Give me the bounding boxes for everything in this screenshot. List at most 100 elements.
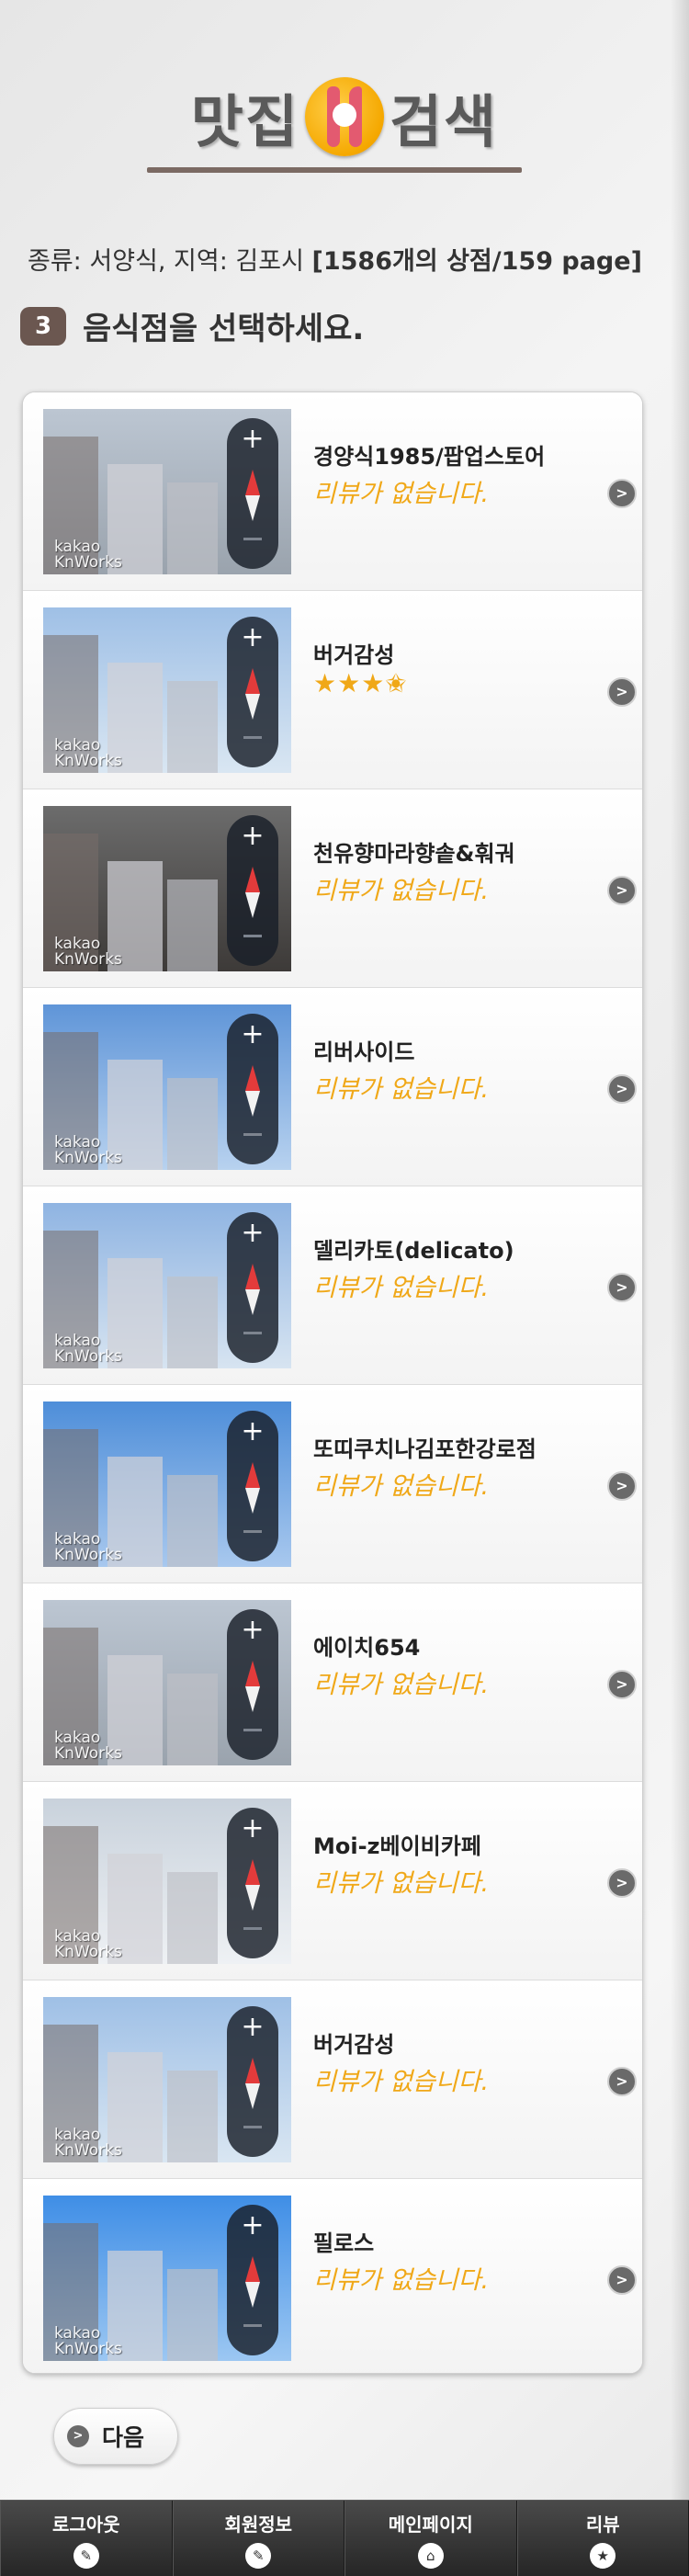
compass-icon[interactable] (242, 1264, 264, 1315)
chevron-right-circle-icon[interactable]: > (607, 876, 637, 905)
zoom-out-button[interactable] (243, 538, 262, 540)
tab-label: 로그아웃 (51, 2514, 120, 2536)
map-zoom-control: + (227, 2205, 278, 2355)
restaurant-name: 천유향마라향솥&훠궈 (313, 841, 515, 867)
compass-icon[interactable] (242, 668, 264, 720)
chevron-right-circle-icon[interactable]: > (607, 2067, 637, 2096)
zoom-out-button[interactable] (243, 935, 262, 937)
map-watermark: kakao KnWorks (54, 1929, 122, 1960)
zoom-out-button[interactable] (243, 1927, 262, 1930)
street-view-thumbnail[interactable]: kakao KnWorks + (43, 1401, 291, 1567)
zoom-out-button[interactable] (243, 2324, 262, 2327)
chevron-right-circle-icon[interactable]: > (607, 1670, 637, 1699)
street-view-thumbnail[interactable]: kakao KnWorks + (43, 1997, 291, 2162)
restaurant-item[interactable]: kakao KnWorks + 버거감성 리뷰가 없습니다. > (23, 1980, 642, 2179)
review-status: 리뷰가 없습니다. (313, 2068, 490, 2096)
compass-icon[interactable] (242, 1462, 264, 1514)
step-text: 음식점을 선택하세요. (83, 311, 365, 347)
restaurant-item[interactable]: kakao KnWorks + 리버사이드리뷰가 없습니다. > (23, 988, 642, 1186)
compass-icon[interactable] (242, 2256, 264, 2308)
search-info-filters: 종류: 서양식, 지역: 김포시 (28, 247, 312, 276)
zoom-in-button[interactable]: + (227, 1418, 278, 1446)
restaurant-item[interactable]: kakao KnWorks + 델리카토(delicato) 리뷰가 없습니다. > (23, 1186, 642, 1385)
zoom-out-button[interactable] (243, 1133, 262, 1136)
tab-main-page[interactable]: 메인페이지 ⌂ (344, 2501, 517, 2576)
title-right: 검색 (390, 88, 499, 155)
restaurant-item[interactable]: kakao KnWorks + Moi-z베이비카페 리뷰가 없습니다. > (23, 1782, 642, 1980)
zoom-in-button[interactable]: + (227, 1021, 278, 1049)
chevron-right-circle-icon: > (67, 2425, 89, 2447)
review-status: 리뷰가 없습니다. (313, 1671, 490, 1699)
watermark-line2: KnWorks (54, 752, 122, 770)
restaurant-name: 리버사이드 (313, 1039, 415, 1065)
chevron-right-circle-icon[interactable]: > (607, 2265, 637, 2295)
restaurant-item[interactable]: kakao KnWorks + 버거감성 ★★★✬ > (23, 591, 642, 789)
zoom-out-button[interactable] (243, 736, 262, 739)
restaurant-name: 버거감성 (313, 642, 395, 668)
restaurant-item[interactable]: kakao KnWorks + 경양식1985/팝업스토어 리뷰가 없습니다. > (23, 392, 642, 591)
rating-stars: ★★★✬ (313, 668, 408, 698)
chevron-right-circle-icon[interactable]: > (607, 1074, 637, 1104)
chevron-right-circle-icon[interactable]: > (607, 1471, 637, 1501)
zoom-in-button[interactable]: + (227, 624, 278, 652)
search-info: 종류: 서양식, 지역: 김포시 [1586개의 상점/159 page] (28, 241, 671, 277)
chevron-right-circle-icon[interactable]: > (607, 1273, 637, 1302)
watermark-line2: KnWorks (54, 1546, 122, 1564)
review-status: 리뷰가 없습니다. (313, 1472, 490, 1501)
compass-icon[interactable] (242, 867, 264, 918)
compass-icon[interactable] (242, 1661, 264, 1712)
map-zoom-control: + (227, 1808, 278, 1958)
chevron-right-circle-icon[interactable]: > (607, 677, 637, 707)
zoom-out-button[interactable] (243, 1332, 262, 1334)
zoom-in-button[interactable]: + (227, 2212, 278, 2240)
review-status: 리뷰가 없습니다. (313, 1075, 490, 1104)
compass-icon[interactable] (242, 2058, 264, 2109)
zoom-out-button[interactable] (243, 2126, 262, 2128)
map-zoom-control: + (227, 1212, 278, 1363)
restaurant-item[interactable]: kakao KnWorks + 천유향마라향솥&훠궈리뷰가 없습니다. > (23, 789, 642, 988)
search-info-count: [1586개의 상점/159 page] (311, 247, 642, 276)
zoom-in-button[interactable]: + (227, 426, 278, 453)
street-view-thumbnail[interactable]: kakao KnWorks + (43, 2196, 291, 2361)
watermark-line2: KnWorks (54, 1149, 122, 1167)
restaurant-item[interactable]: kakao KnWorks + 또띠쿠치나김포한강로점 리뷰가 없습니다. > (23, 1385, 642, 1583)
restaurant-name: 경양식1985/팝업스토어 (313, 444, 546, 470)
zoom-in-button[interactable]: + (227, 1815, 278, 1843)
compass-icon[interactable] (242, 1859, 264, 1911)
tab-logout[interactable]: 로그아웃 ✎ (0, 2501, 173, 2576)
street-view-thumbnail[interactable]: kakao KnWorks + (43, 607, 291, 773)
map-zoom-control: + (227, 815, 278, 966)
zoom-in-button[interactable]: + (227, 2014, 278, 2041)
review-status: 리뷰가 없습니다. (313, 1274, 490, 1302)
tab-member-info[interactable]: 회원정보 ✎ (172, 2501, 344, 2576)
tab-label: 리뷰 (585, 2514, 620, 2536)
map-zoom-control: + (227, 1014, 278, 1164)
watermark-line2: KnWorks (54, 2340, 122, 2358)
compass-icon[interactable] (242, 470, 264, 521)
chevron-right-circle-icon[interactable]: > (607, 1868, 637, 1898)
tab-review[interactable]: 리뷰 ★ (516, 2501, 689, 2576)
home-icon: ⌂ (417, 2543, 444, 2569)
restaurant-item[interactable]: kakao KnWorks + 필로스 리뷰가 없습니다. > (23, 2179, 642, 2373)
zoom-out-button[interactable] (243, 1729, 262, 1731)
map-watermark: kakao KnWorks (54, 1135, 122, 1166)
street-view-thumbnail[interactable]: kakao KnWorks + (43, 806, 291, 971)
street-view-thumbnail[interactable]: kakao KnWorks + (43, 1004, 291, 1170)
zoom-in-button[interactable]: + (227, 1220, 278, 1247)
review-status: 리뷰가 없습니다. (313, 877, 490, 905)
street-view-thumbnail[interactable]: kakao KnWorks + (43, 1600, 291, 1765)
map-zoom-control: + (227, 1411, 278, 1561)
restaurant-list: kakao KnWorks + 경양식1985/팝업스토어 리뷰가 없습니다. > kaka… (22, 392, 643, 2374)
chevron-right-circle-icon[interactable]: > (607, 479, 637, 508)
street-view-thumbnail[interactable]: kakao KnWorks + (43, 409, 291, 574)
tab-label: 회원정보 (224, 2514, 293, 2536)
street-view-thumbnail[interactable]: kakao KnWorks + (43, 1203, 291, 1368)
zoom-in-button[interactable]: + (227, 1617, 278, 1644)
street-view-thumbnail[interactable]: kakao KnWorks + (43, 1799, 291, 1964)
restaurant-item[interactable]: kakao KnWorks + 에이치654 리뷰가 없습니다. > (23, 1583, 642, 1782)
next-button[interactable]: > 다음 (53, 2408, 178, 2465)
zoom-in-button[interactable]: + (227, 823, 278, 850)
pencil-icon: ✎ (73, 2543, 99, 2569)
compass-icon[interactable] (242, 1065, 264, 1117)
zoom-out-button[interactable] (243, 1530, 262, 1533)
